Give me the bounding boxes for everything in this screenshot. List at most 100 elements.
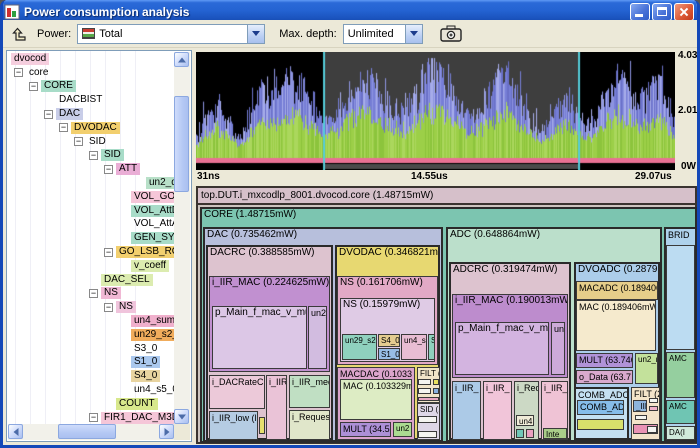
treemap-node-adc-pmain-mult[interactable]: p_Main_f_mac_v_mult bbox=[455, 322, 549, 375]
tree-collapse-icon[interactable]: − bbox=[89, 151, 98, 160]
tree-item-v-coeff[interactable]: v_coeff bbox=[8, 259, 174, 273]
tree-collapse-icon[interactable]: − bbox=[104, 165, 113, 174]
tree-item-dac[interactable]: −DAC bbox=[8, 107, 174, 121]
treemap-node-macadc-odata[interactable]: o_Data (63.7 bbox=[576, 370, 633, 384]
tree-item-core[interactable]: −CORE bbox=[8, 80, 174, 94]
tree-item-vol-attal[interactable]: VOL_AttAl bbox=[8, 218, 174, 232]
tree-item-un4-sum-[interactable]: un4_sum_ bbox=[8, 314, 174, 328]
tree-item-un4-s5-0[interactable]: un4_s5_0 bbox=[8, 383, 174, 397]
up-level-button[interactable] bbox=[9, 26, 31, 42]
treemap-node-filt-dac-chip2[interactable] bbox=[433, 388, 439, 394]
treemap-node-macadc-mult[interactable]: MULT (63.746 bbox=[576, 353, 633, 368]
treemap-node-adc-chip-teal[interactable] bbox=[516, 429, 524, 438]
treemap-node-adc-un4-chip[interactable]: un4_ bbox=[516, 415, 534, 426]
treemap-node-s4-0[interactable]: S4_0 bbox=[378, 334, 400, 347]
treemap-node-i-requesto[interactable]: i_Requesto bbox=[289, 410, 330, 440]
treemap-node-macadc-mac[interactable]: MAC (0.189406mW) bbox=[576, 300, 656, 351]
power-waveform-chart[interactable] bbox=[196, 52, 675, 170]
tree-item-ns[interactable]: −NS bbox=[8, 300, 174, 314]
horizontal-scroll-thumb[interactable] bbox=[58, 424, 116, 439]
tree-collapse-icon[interactable]: − bbox=[14, 68, 23, 77]
treemap-node-adc-iir1[interactable]: i_IIR_ bbox=[452, 381, 481, 440]
treemap-node-un29-s2[interactable]: un29_s2 bbox=[342, 334, 377, 360]
treemap-node-sid-dac-bar1[interactable] bbox=[418, 416, 437, 423]
tree-vertical-scrollbar[interactable] bbox=[174, 52, 190, 424]
tree-horizontal-scrollbar[interactable] bbox=[8, 424, 174, 440]
treemap-node-macadc-un2-re[interactable]: un2_re bbox=[635, 353, 658, 384]
scroll-up-arrow-icon[interactable] bbox=[174, 52, 189, 67]
treemap-node-filt-adc-chip3[interactable] bbox=[635, 415, 647, 420]
power-dropdown-arrow-icon[interactable] bbox=[247, 25, 264, 43]
treemap-node-dac-un2[interactable]: un2_ bbox=[308, 306, 327, 369]
treemap-node-filt-adc-chip4[interactable] bbox=[647, 426, 657, 433]
treemap-node-adc-un[interactable]: un bbox=[551, 322, 565, 375]
vertical-scroll-thumb[interactable] bbox=[174, 96, 189, 192]
treemap-node-i-iir-tall[interactable]: i_IIR bbox=[266, 375, 287, 440]
treemap-node-macadc[interactable]: MACADC (0.189406mW bbox=[576, 281, 658, 300]
tree-item-s1-0[interactable]: S1_0 bbox=[8, 356, 174, 370]
treemap-node-comb-adc-inner[interactable]: COMB_ADC bbox=[577, 400, 624, 415]
tree-item-s4-0[interactable]: S4_0 bbox=[8, 369, 174, 383]
treemap-node-filt-dac-bar2[interactable] bbox=[418, 388, 431, 394]
treemap-node-macdac-un2[interactable]: un2 bbox=[393, 422, 412, 437]
treemap-node-filt-adc-iir[interactable]: _IIR bbox=[633, 400, 647, 412]
tree-collapse-icon[interactable]: − bbox=[104, 248, 113, 257]
tree-item-dac-sel[interactable]: DAC_SEL bbox=[8, 273, 174, 287]
treemap-node-macdac-mac[interactable]: MAC (0.103329m bbox=[340, 379, 412, 420]
treemap-node-filt-dac-bar3[interactable] bbox=[418, 397, 439, 401]
treemap-node-bridge-inner[interactable] bbox=[666, 245, 695, 350]
treemap-node-s1-0[interactable]: S1_0 bbox=[378, 348, 400, 360]
scroll-down-arrow-icon[interactable] bbox=[174, 409, 189, 424]
treemap-node-filt-adc-chip1[interactable] bbox=[649, 398, 658, 403]
tree-collapse-icon[interactable]: − bbox=[59, 123, 68, 132]
treemap-node-filt-dac-chip1[interactable] bbox=[433, 379, 439, 385]
tree-item-fir1-dac-m3db[interactable]: −FIR1_DAC_M3DB bbox=[8, 411, 174, 424]
treemap-node-sid-dac-bar2[interactable] bbox=[418, 431, 437, 438]
scroll-right-arrow-icon[interactable] bbox=[159, 424, 174, 439]
treemap-node-i-dacratecl[interactable]: i_DACRateCl bbox=[209, 375, 265, 409]
tree-collapse-icon[interactable]: − bbox=[89, 289, 98, 298]
treemap-node-amc-1[interactable]: AMC bbox=[666, 352, 695, 398]
close-button[interactable] bbox=[674, 3, 694, 21]
treemap-node-i-iir-med[interactable]: i_IIR_med bbox=[289, 375, 330, 408]
treemap-node-adc-iir2[interactable]: i_IIR_ bbox=[483, 381, 512, 440]
depth-dropdown-arrow-icon[interactable] bbox=[405, 25, 422, 43]
tree-collapse-icon[interactable]: − bbox=[74, 137, 83, 146]
treemap-node-filt-adc-chip2[interactable] bbox=[649, 406, 658, 411]
tree-item-dacbist[interactable]: DACBIST bbox=[8, 93, 174, 107]
treemap-node-filt-dac-bar1[interactable] bbox=[418, 379, 431, 385]
tree-item-count[interactable]: COUNT bbox=[8, 397, 174, 411]
tree-item-vol-go[interactable]: VOL_GO bbox=[8, 190, 174, 204]
tree-item-dvocod[interactable]: dvocod bbox=[8, 52, 174, 66]
tree-item-ns[interactable]: −NS bbox=[8, 287, 174, 301]
power-combobox[interactable]: Total bbox=[77, 24, 265, 44]
treemap-node-dai[interactable]: DA(I bbox=[666, 426, 695, 440]
tree-item-vol-attd-[interactable]: VOL_AttD. bbox=[8, 204, 174, 218]
treemap-node-i-iir-low[interactable]: i_IIR_low (l bbox=[209, 411, 258, 440]
tree-item-un2-d[interactable]: un2_d bbox=[8, 176, 174, 190]
tree-item-sid[interactable]: −SID bbox=[8, 149, 174, 163]
snapshot-button[interactable] bbox=[437, 24, 465, 43]
treemap-node-un4-su[interactable]: un4_su bbox=[401, 334, 427, 360]
tree-collapse-icon[interactable]: − bbox=[104, 303, 113, 312]
tree-item-att[interactable]: −ATT bbox=[8, 162, 174, 176]
depth-combobox[interactable]: Unlimited bbox=[343, 24, 423, 44]
treemap-node-adc-chip-pink[interactable] bbox=[526, 429, 534, 438]
treemap-node-amc-2[interactable]: AMC bbox=[666, 400, 695, 424]
scroll-left-arrow-icon[interactable] bbox=[8, 424, 23, 439]
treemap-node-comb-adc-bar[interactable] bbox=[577, 419, 624, 430]
tree-collapse-icon[interactable]: − bbox=[89, 413, 98, 422]
tree-item-dvodac[interactable]: −DVODAC bbox=[8, 121, 174, 135]
tree-item-un29-s2-[interactable]: un29_s2_ bbox=[8, 328, 174, 342]
tree-item-go-lsb-rom[interactable]: −GO_LSB_ROM bbox=[8, 245, 174, 259]
tree-item-sid[interactable]: −SID bbox=[8, 135, 174, 149]
tree-item-s3-0[interactable]: S3_0 bbox=[8, 342, 174, 356]
tree-item-core[interactable]: −core bbox=[8, 66, 174, 80]
tree-collapse-icon[interactable]: − bbox=[44, 110, 53, 119]
tree-item-gen-syni[interactable]: GEN_SYNI bbox=[8, 231, 174, 245]
maximize-button[interactable] bbox=[652, 3, 672, 21]
minimize-button[interactable] bbox=[630, 3, 650, 21]
tree-collapse-icon[interactable]: − bbox=[29, 82, 38, 91]
treemap-node-macdac-mult[interactable]: MULT (34.50 bbox=[340, 422, 391, 437]
treemap-node-s3[interactable]: S3_ bbox=[428, 334, 435, 360]
